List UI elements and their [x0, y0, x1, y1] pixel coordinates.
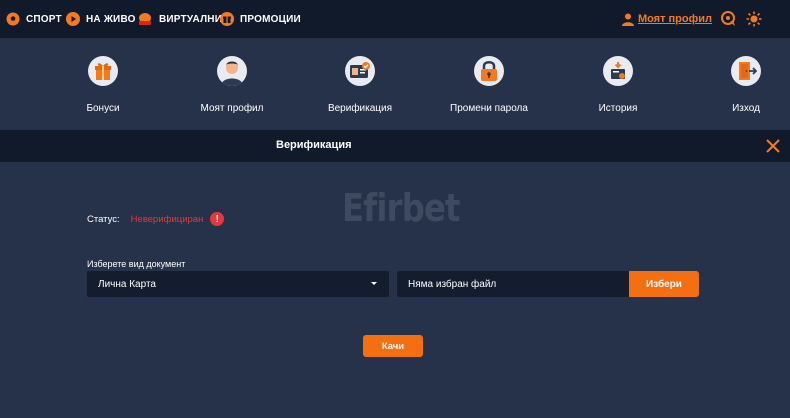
- efirbet-watermark-logo: Efirbet: [342, 186, 460, 230]
- menu-item-change-password[interactable]: Промени парола: [444, 56, 534, 114]
- close-icon[interactable]: [765, 138, 781, 154]
- top-navigation: СПОРТ НА ЖИВО ВИРТУАЛНИ ПРОМОЦИИ Моят пр…: [0, 0, 790, 38]
- choose-file-button[interactable]: Избери: [629, 271, 699, 297]
- nav-promotions[interactable]: ПРОМОЦИИ: [220, 0, 301, 38]
- id-card-icon: [350, 62, 370, 78]
- section-title: Верификация: [276, 139, 352, 151]
- nav-sport[interactable]: СПОРТ: [6, 0, 62, 38]
- play-icon: [66, 12, 80, 26]
- menu-label: Верификация: [327, 103, 393, 114]
- top-right-area: Моят профил: [621, 0, 790, 38]
- menu-label: Промени парола: [450, 103, 528, 114]
- document-type-label: Изберете вид документ: [87, 259, 186, 269]
- gift-box-icon: [95, 63, 111, 80]
- nav-live[interactable]: НА ЖИВО: [66, 0, 136, 38]
- verification-avatar: [345, 56, 375, 86]
- menu-label: Моят профил: [200, 103, 264, 114]
- file-placeholder: Няма избран файл: [408, 278, 497, 290]
- menu-item-bonuses[interactable]: Бонуси: [58, 56, 148, 114]
- menu-item-logout[interactable]: Изход: [701, 56, 790, 114]
- padlock-icon: [481, 61, 497, 81]
- status-value: Неверифициран: [130, 213, 204, 225]
- menu-label: Изход: [732, 103, 760, 114]
- user-avatar-icon: [221, 61, 243, 86]
- logout-avatar: [731, 56, 761, 86]
- chevron-down-icon: [371, 282, 377, 285]
- section-header: Верификация: [0, 130, 790, 162]
- menu-item-my-profile[interactable]: Моят профил: [187, 56, 277, 114]
- virtual-icon: [139, 13, 151, 25]
- gift-icon: [220, 12, 234, 26]
- profile-avatar: [217, 56, 247, 86]
- logout-icon: [739, 62, 757, 80]
- nav-virtual[interactable]: ВИРТУАЛНИ: [137, 0, 222, 38]
- history-icon: [611, 62, 625, 79]
- password-avatar: [474, 56, 504, 86]
- upload-button[interactable]: Качи: [363, 335, 423, 357]
- verification-status: Статус: Неверифициран !: [87, 212, 225, 226]
- menu-item-verification[interactable]: Верификация: [315, 56, 405, 114]
- menu-label: Бонуси: [86, 103, 120, 114]
- account-menu: Бонуси Моят профил Верификация Промени п…: [0, 38, 790, 130]
- status-label: Статус:: [87, 213, 120, 225]
- warning-icon: !: [210, 212, 225, 226]
- user-icon: [621, 13, 634, 26]
- menu-item-history[interactable]: История: [573, 56, 663, 114]
- my-profile-link[interactable]: Моят профил: [621, 13, 712, 26]
- file-input-field[interactable]: Няма избран файл: [397, 271, 629, 297]
- sun-theme-icon[interactable]: [746, 11, 762, 27]
- history-avatar: [603, 56, 633, 86]
- bonuses-avatar: [88, 56, 118, 86]
- document-type-select[interactable]: Лична Карта: [87, 271, 389, 297]
- football-icon: [6, 12, 20, 26]
- menu-label: История: [598, 103, 638, 114]
- document-type-value: Лична Карта: [98, 278, 156, 290]
- chat-support-icon[interactable]: [721, 11, 737, 27]
